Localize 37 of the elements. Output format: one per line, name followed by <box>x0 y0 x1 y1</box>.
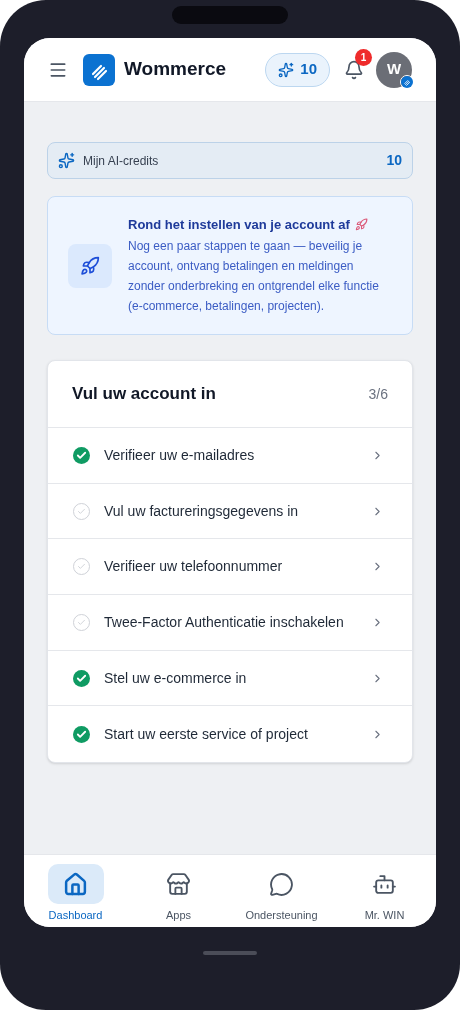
sparkles-icon <box>278 61 295 78</box>
home-indicator <box>203 951 257 955</box>
brand-name: Wommerce <box>124 57 227 82</box>
credits-button[interactable]: 10 <box>265 52 330 87</box>
notifications-icon[interactable] <box>344 59 364 80</box>
checklist-label: Twee-Factor Authenticatie inschakelen <box>104 612 344 632</box>
checklist-label: Start uw eerste service of project <box>104 724 308 744</box>
checklist-item[interactable]: Verifieer uw e-mailadres <box>48 428 412 484</box>
sparkles-icon <box>58 152 75 169</box>
chat-icon <box>269 871 294 897</box>
checklist-label: Verifieer uw telefoonnummer <box>104 557 283 577</box>
logo-icon <box>83 53 115 86</box>
credits-label: Mijn AI-credits <box>83 152 159 170</box>
checklist-item[interactable]: Verifieer uw telefoonnummer <box>48 539 412 596</box>
checklist-label: Stel uw e-commerce in <box>104 668 247 688</box>
nav-tab[interactable]: Mr. WIN <box>333 855 436 928</box>
logo-icon <box>400 74 414 89</box>
checklist-label: Vul uw factureringsgegevens in <box>104 501 299 521</box>
banner-text: Nog een paar stappen te gaan — beveilig je account, ontvang betalingen en meldingen zonder onderbreking en ontgrendel elke functie (e-commerce, betalingen, projecten). <box>128 238 380 316</box>
nav-tab[interactable]: Apps <box>127 855 230 928</box>
banner-title: Rond het instellen van je account af <box>128 215 350 234</box>
rocket-icon <box>354 218 368 231</box>
avatar[interactable]: W <box>376 51 412 88</box>
rocket-icon <box>80 255 100 276</box>
home-icon <box>63 871 88 897</box>
nav-tab[interactable]: Dashboard <box>24 855 127 928</box>
checklist-title: Vul uw account in <box>72 383 216 406</box>
credits-value: 10 <box>386 151 402 170</box>
checklist-item[interactable]: Twee-Factor Authenticatie inschakelen <box>48 595 412 651</box>
checklist-label: Verifieer uw e-mailadres <box>104 445 255 465</box>
checklist-item[interactable]: Stel uw e-commerce in <box>48 650 412 707</box>
checklist-item[interactable]: Vul uw factureringsgegevens in <box>48 483 412 540</box>
checklist-item[interactable]: Start uw eerste service of project <box>48 706 412 763</box>
notification-badge: 1 <box>355 48 372 66</box>
nav-tab[interactable]: Ondersteuning <box>230 855 333 928</box>
credits-bar[interactable]: Mijn AI-credits 10 <box>47 142 413 179</box>
store-icon <box>166 871 191 897</box>
